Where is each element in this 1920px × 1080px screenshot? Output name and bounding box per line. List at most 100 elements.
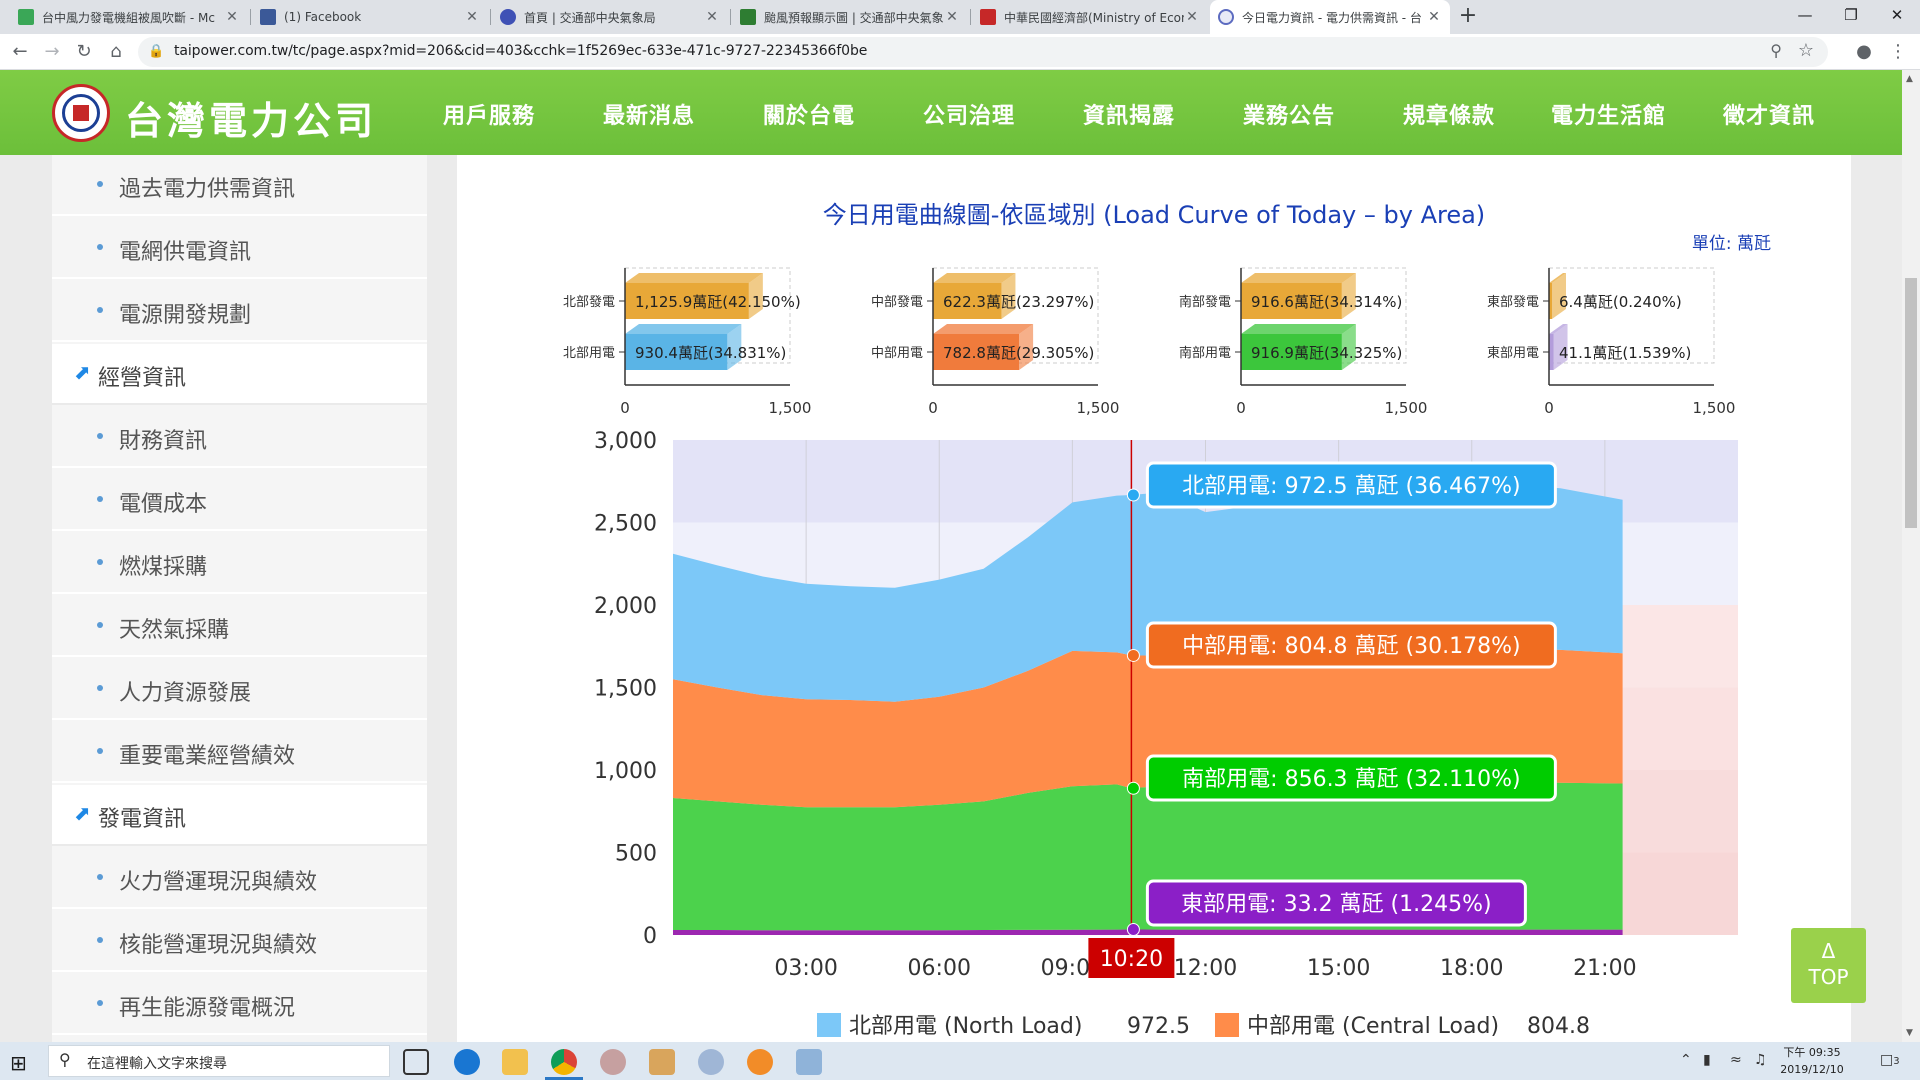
nav-item-disclosure[interactable]: 資訊揭露 [1083, 98, 1175, 130]
load-curve-chart[interactable]: 北部發電 1,125.9萬瓩(42.150%) 北部用電 930.4萬瓩(34.831… [457, 155, 1851, 1042]
reload-icon[interactable]: ↻ [72, 40, 96, 64]
address-bar[interactable]: 🔒 taipower.com.tw/tc/page.aspx?mid=206&c… [138, 37, 1828, 67]
nav-item-about[interactable]: 關於台電 [763, 98, 855, 130]
mini-tick-label: 0 [1544, 399, 1554, 417]
mini-bar-value-label: 916.9萬瓩(34.325%) [1251, 344, 1402, 362]
nav-item-careers[interactable]: 徵才資訊 [1723, 98, 1815, 130]
sidebar-item-past-supply[interactable]: 過去電力供需資訊 [52, 155, 427, 216]
file-explorer-icon[interactable] [502, 1049, 528, 1075]
scroll-up-icon[interactable]: ▲ [1906, 74, 1913, 84]
tooltip-text: 中部用電: 804.8 萬瓩 (30.178%) [1182, 634, 1520, 659]
battery-icon[interactable]: ▮ [1703, 1052, 1711, 1068]
bookmark-star-icon[interactable]: ☆ [1798, 40, 1814, 61]
back-arrow-icon[interactable]: ← [8, 40, 32, 64]
sidebar-item-renewable[interactable]: 再生能源發電概況 [52, 974, 427, 1035]
tab-favicon-icon [18, 9, 34, 25]
page-scrollbar[interactable]: ▲ ▼ [1902, 70, 1920, 1042]
app-icon[interactable] [796, 1049, 822, 1075]
window-close-icon[interactable]: ✕ [1874, 0, 1920, 34]
app-icon[interactable] [600, 1049, 626, 1075]
sidebar-item-price-cost[interactable]: 電價成本 [52, 470, 427, 531]
sidebar-item-nuclear[interactable]: 核能營運現況與績效 [52, 911, 427, 972]
profile-avatar-icon[interactable]: ● [1852, 40, 1876, 64]
browser-tab[interactable]: 台中風力發電機組被風吹斷 - Mc ✕ [10, 0, 248, 34]
taskbar-clock[interactable]: 下午 09:35 2019/12/10 [1772, 1044, 1852, 1078]
tab-close-icon[interactable]: ✕ [464, 9, 480, 25]
sidebar-item-performance[interactable]: 重要電業經營績效 [52, 722, 427, 783]
menu-kebab-icon[interactable]: ⋮ [1886, 40, 1910, 64]
nav-item-announcements[interactable]: 業務公告 [1243, 98, 1335, 130]
area-series-東部用電 [673, 929, 1623, 935]
legend-label: 中部用電 (Central Load) [1247, 1014, 1499, 1039]
nav-item-customer-service[interactable]: 用戶服務 [443, 98, 535, 130]
app-icon[interactable] [698, 1049, 724, 1075]
taskbar-search-placeholder: 在這裡輸入文字來搜尋 [87, 1056, 227, 1072]
sidebar-item-gas[interactable]: 天然氣採購 [52, 596, 427, 657]
app-icon[interactable] [649, 1049, 675, 1075]
sidebar-item-grid-supply[interactable]: 電網供電資訊 [52, 218, 427, 279]
restore-icon[interactable]: ❐ [1828, 0, 1874, 34]
mini-bar-category: 中部發電 [871, 295, 923, 310]
site-logo-text[interactable]: 台灣電力公司 [125, 90, 377, 145]
task-view-icon[interactable] [403, 1049, 429, 1075]
tooltip-text: 東部用電: 33.2 萬瓩 (1.245%) [1181, 892, 1491, 917]
tab-separator [490, 9, 491, 25]
search-icon: ⚲ [59, 1050, 71, 1069]
x-tick-label: 21:00 [1573, 956, 1636, 981]
tab-close-icon[interactable]: ✕ [1426, 9, 1442, 25]
zoom-icon[interactable]: ⚲ [1770, 41, 1782, 60]
tab-separator [970, 9, 971, 25]
browser-tab[interactable]: (1) Facebook ✕ [252, 0, 488, 34]
x-tick-label: 15:00 [1307, 956, 1370, 981]
mini-bar-value-label: 41.1萬瓩(1.539%) [1559, 344, 1691, 362]
sidebar-item-finance[interactable]: 財務資訊 [52, 407, 427, 468]
minimize-icon[interactable]: — [1782, 0, 1828, 34]
tray-chevron-icon[interactable]: ⌃ [1680, 1052, 1692, 1068]
taipower-logo-icon[interactable] [52, 84, 110, 142]
sidebar-section-generation[interactable]: ⬈ 發電資訊 [52, 785, 427, 846]
tab-title: 台中風力發電機組被風吹斷 - Mc [42, 10, 215, 25]
sidebar-section-label: 發電資訊 [98, 807, 187, 832]
x-tick-label: 06:00 [908, 956, 971, 981]
taskbar-search-box[interactable]: ⚲ 在這裡輸入文字來搜尋 [48, 1045, 390, 1077]
volume-icon[interactable]: ♫ [1754, 1052, 1767, 1068]
new-tab-button[interactable]: + [1454, 4, 1482, 30]
legend-value: 972.5 [1127, 1014, 1190, 1039]
tab-close-icon[interactable]: ✕ [704, 9, 720, 25]
sidebar-item-hr[interactable]: 人力資源發展 [52, 659, 427, 720]
lock-icon: 🔒 [148, 44, 165, 59]
mini-bar-value-label: 6.4萬瓩(0.240%) [1559, 293, 1682, 311]
nav-item-regulations[interactable]: 規章條款 [1403, 98, 1495, 130]
tab-title: 颱風預報顯示圖 | 交通部中央氣象 [764, 10, 944, 25]
sidebar-item-thermal[interactable]: 火力營運現況與績效 [52, 848, 427, 909]
windows-start-icon[interactable]: ⊞ [10, 1051, 27, 1075]
nav-item-power-life[interactable]: 電力生活館 [1551, 98, 1666, 130]
nav-item-governance[interactable]: 公司治理 [923, 98, 1015, 130]
notification-icon[interactable]: □3 [1880, 1052, 1900, 1068]
browser-tab[interactable]: 首頁 | 交通部中央氣象局 ✕ [492, 0, 728, 34]
browser-tab[interactable]: 颱風預報顯示圖 | 交通部中央氣象 ✕ [732, 0, 968, 34]
back-to-top-button[interactable]: Δ TOP [1791, 928, 1866, 1003]
sidebar-item-power-development[interactable]: 電源開發規劃 [52, 281, 427, 342]
blender-icon[interactable] [747, 1049, 773, 1075]
main-content: 今日用電曲線圖-依區域別 (Load Curve of Today – by A… [457, 155, 1851, 1042]
tab-close-icon[interactable]: ✕ [1184, 9, 1200, 25]
forward-arrow-icon[interactable]: → [40, 40, 64, 64]
edge-browser-icon[interactable] [454, 1049, 480, 1075]
tab-close-icon[interactable]: ✕ [224, 9, 240, 25]
sidebar: 過去電力供需資訊 電網供電資訊 電源開發規劃 ⬈ 經營資訊 財務資訊 電價成本 燃… [52, 155, 427, 1042]
browser-tab-active[interactable]: 今日電力資訊 - 電力供需資訊 - 台 ✕ [1210, 0, 1450, 34]
mini-tick-label: 1,500 [1693, 399, 1736, 417]
sidebar-item-label: 電源開發規劃 [119, 303, 252, 328]
legend-label: 北部用電 (North Load) [849, 1014, 1082, 1039]
network-icon[interactable]: ≈ [1730, 1052, 1742, 1068]
scrollbar-thumb[interactable] [1905, 278, 1917, 528]
scroll-down-icon[interactable]: ▼ [1906, 1028, 1913, 1038]
tab-close-icon[interactable]: ✕ [944, 9, 960, 25]
browser-tab[interactable]: 中華民國經濟部(Ministry of Econ ✕ [972, 0, 1208, 34]
chrome-browser-icon[interactable] [551, 1049, 577, 1075]
sidebar-item-coal[interactable]: 燃煤採購 [52, 533, 427, 594]
nav-item-news[interactable]: 最新消息 [603, 98, 695, 130]
home-icon[interactable]: ⌂ [104, 40, 128, 64]
sidebar-section-operations[interactable]: ⬈ 經營資訊 [52, 344, 427, 405]
